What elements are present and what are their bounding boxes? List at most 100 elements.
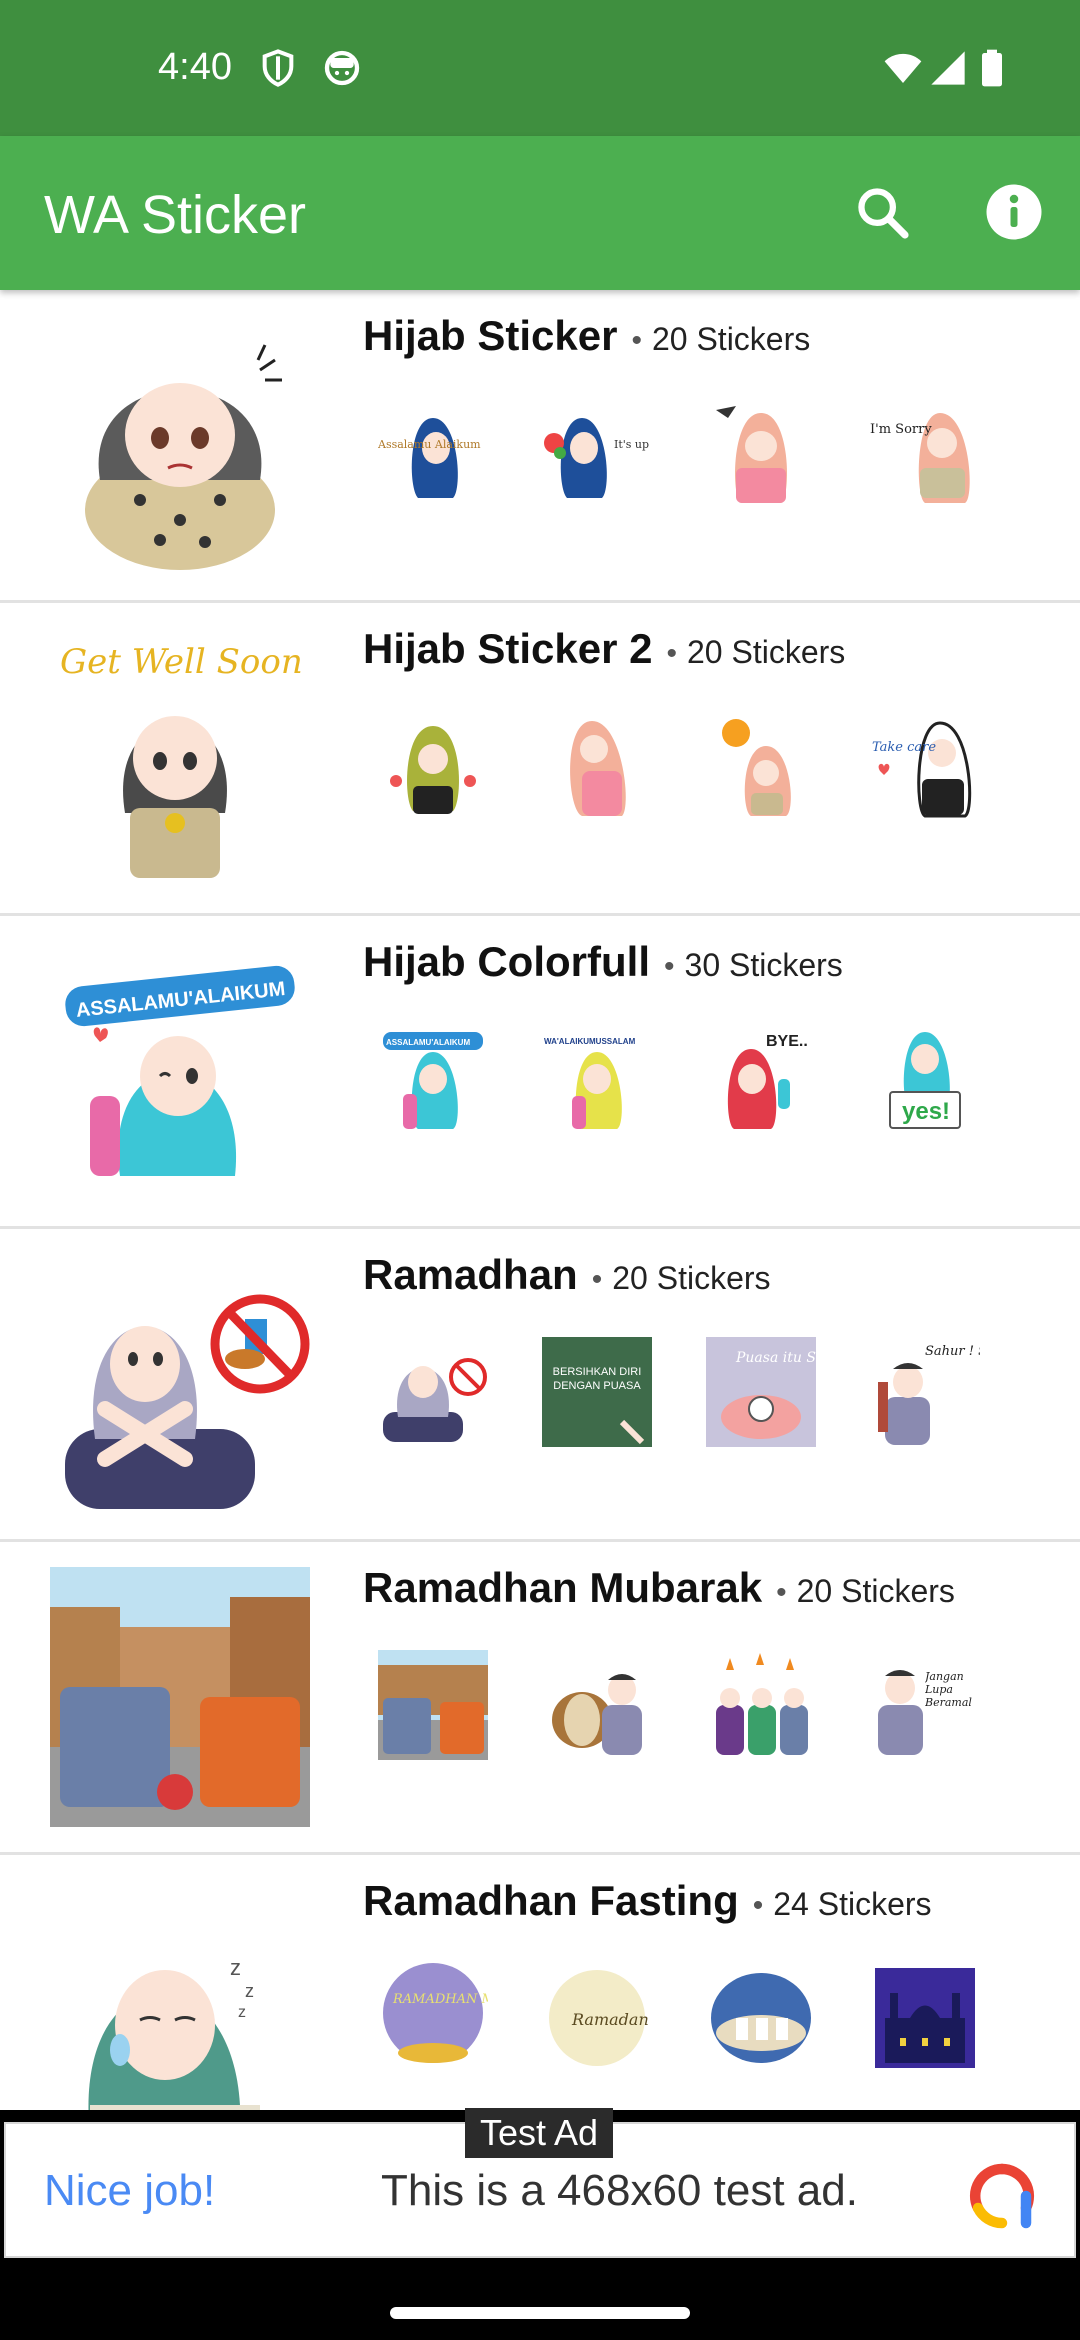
- pack-name: Ramadhan: [363, 1251, 578, 1298]
- svg-text:z: z: [238, 2004, 246, 2021]
- sticker-pack-item[interactable]: Ramadhan Mubarak • 20 Stickers Jangan Lu…: [0, 1542, 1080, 1855]
- tray-image: [40, 320, 320, 570]
- pack-name: Hijab Colorfull: [363, 938, 650, 985]
- pack-count: 24 Stickers: [773, 1886, 932, 1922]
- tray-text: Get Well Soon: [60, 642, 303, 682]
- pack-name: Ramadhan Mubarak: [363, 1564, 763, 1611]
- preview-text: RAMADHAN Mubarak: [392, 1992, 488, 2007]
- info-button[interactable]: [978, 176, 1050, 248]
- separator-dot: •: [666, 637, 677, 670]
- sticker-previews: BERSIHKAN DIRI DENGAN PUASA Puasa itu Se…: [378, 1337, 980, 1447]
- pack-name: Hijab Sticker: [363, 312, 618, 359]
- pack-header: Hijab Sticker 2 • 20 Stickers: [363, 625, 845, 673]
- search-icon: [858, 188, 909, 239]
- pack-name: Ramadhan Fasting: [363, 1877, 739, 1924]
- sticker-preview: ASSALAMU'ALAIKUM: [378, 1024, 488, 1134]
- sticker-preview: Jangan Lupa Beramal: [870, 1650, 980, 1760]
- sticker-preview: [542, 1650, 652, 1760]
- ramadhan-fasting-sleepy-sticker-icon: zzz: [88, 1955, 260, 2110]
- pack-count: 20 Stickers: [796, 1573, 955, 1609]
- preview-text: Jangan Lupa Beramal: [925, 1670, 972, 1709]
- sticker-preview: WA'ALAIKUMUSSALAM: [542, 1024, 652, 1134]
- pack-header: Ramadhan • 20 Stickers: [363, 1251, 771, 1299]
- preview-text: BYE..: [766, 1033, 808, 1050]
- tray-image: [40, 1259, 320, 1509]
- sticker-preview: BERSIHKAN DIRI DENGAN PUASA: [542, 1337, 652, 1447]
- hijab-girl-sticker-icon: [85, 344, 282, 570]
- sticker-preview: [706, 398, 816, 508]
- sticker-preview: [378, 1337, 488, 1447]
- preview-text: I'm Sorry: [870, 422, 932, 437]
- sticker-previews: ASSALAMU'ALAIKUM WA'ALAIKUMUSSALAM BYE..…: [378, 1024, 980, 1134]
- pack-count: 30 Stickers: [684, 947, 843, 983]
- pack-count: 20 Stickers: [686, 634, 846, 670]
- preview-text: BERSIHKAN DIRI DENGAN PUASA: [552, 1366, 642, 1392]
- home-gesture-handle[interactable]: [390, 2307, 690, 2319]
- sticker-preview: [378, 711, 488, 821]
- sticker-preview: Sahur ! Sahur !: [870, 1337, 980, 1447]
- ad-text[interactable]: This is a 468x60 test ad.: [381, 2166, 858, 2216]
- preview-text: Ramadan: [571, 2010, 649, 2029]
- tray-image: Get Well Soon: [40, 633, 320, 883]
- sticker-pack-item[interactable]: Ramadhan • 20 Stickers BERSIHKAN DIRI DE…: [0, 1229, 1080, 1542]
- separator-dot: •: [776, 1576, 787, 1609]
- sticker-previews: Take care: [378, 711, 980, 821]
- hijab-colorful-sticker-icon: ASSALAMU'ALAIKUM: [65, 965, 295, 1176]
- status-bar: 4:40: [0, 0, 1080, 136]
- sticker-pack-item[interactable]: ASSALAMU'ALAIKUM Hijab Colorfull • 30 St…: [0, 916, 1080, 1229]
- pack-count: 20 Stickers: [612, 1260, 771, 1296]
- ramadhan-no-eating-sticker-icon: [65, 1294, 310, 1509]
- sticker-preview: yes!: [870, 1024, 980, 1134]
- battery-icon: [982, 49, 1002, 87]
- info-icon: [986, 184, 1042, 240]
- sticker-preview: [706, 1650, 816, 1760]
- preview-text: Puasa itu Sehat: [735, 1350, 816, 1366]
- sticker-preview: Take care: [870, 711, 980, 821]
- sticker-preview: [378, 1650, 488, 1760]
- separator-dot: •: [631, 324, 642, 357]
- sticker-preview: It's up to you: [542, 398, 652, 508]
- sticker-preview: Ramadan: [542, 1963, 652, 2073]
- pack-header: Ramadhan Fasting • 24 Stickers: [363, 1877, 932, 1925]
- ad-headline[interactable]: Nice job!: [44, 2166, 215, 2216]
- ad-logo-icon[interactable]: [966, 2160, 1038, 2232]
- sticker-pack-item[interactable]: Get Well Soon Hijab Sticker 2 • 20 Stick…: [0, 603, 1080, 916]
- preview-text: Assalamu Alaikum: [378, 438, 481, 451]
- tray-image: ASSALAMU'ALAIKUM: [40, 946, 320, 1196]
- get-well-soon-sticker-icon: Get Well Soon: [60, 642, 303, 878]
- shield-icon: [262, 49, 294, 87]
- cellular-signal-icon: [931, 51, 965, 85]
- sticker-preview: Assalamu Alaikum: [378, 398, 488, 508]
- sticker-preview: [706, 1963, 816, 2073]
- preview-text: WA'ALAIKUMUSSALAM: [544, 1037, 636, 1046]
- svg-text:z: z: [230, 1955, 241, 1980]
- wifi-icon: [884, 53, 922, 83]
- status-time: 4:40: [158, 46, 232, 88]
- app-title: WA Sticker: [44, 185, 307, 245]
- svg-text:z: z: [245, 1981, 254, 2001]
- sticker-pack-list[interactable]: Hijab Sticker • 20 Stickers Assalamu Ala…: [0, 290, 1080, 2110]
- preview-text: It's up to you: [614, 438, 652, 451]
- sticker-preview: Puasa itu Sehat: [706, 1337, 816, 1447]
- sticker-preview: [870, 1963, 980, 2073]
- sticker-preview: [706, 711, 816, 821]
- separator-dot: •: [752, 1889, 764, 1922]
- preview-text: Sahur ! Sahur !: [925, 1344, 980, 1359]
- sticker-preview: [542, 711, 652, 821]
- ramadhan-mubarak-traffic-sticker-icon: [50, 1567, 310, 1827]
- preview-text: Take care: [872, 740, 936, 755]
- sticker-previews: Jangan Lupa Beramal: [378, 1650, 980, 1760]
- sticker-pack-item[interactable]: Hijab Sticker • 20 Stickers Assalamu Ala…: [0, 290, 1080, 603]
- pack-header: Hijab Colorfull • 30 Stickers: [363, 938, 843, 986]
- android-face-icon: [324, 50, 360, 86]
- sticker-preview: RAMADHAN Mubarak: [378, 1963, 488, 2073]
- preview-text: yes!: [902, 1098, 950, 1125]
- pack-name: Hijab Sticker 2: [363, 625, 653, 672]
- sticker-previews: RAMADHAN Mubarak Ramadan: [378, 1963, 980, 2073]
- sticker-preview: BYE..: [706, 1024, 816, 1134]
- system-navigation-bar: [0, 2262, 1080, 2340]
- search-button[interactable]: [846, 176, 918, 248]
- sticker-preview: I'm Sorry: [870, 398, 980, 508]
- sticker-pack-item[interactable]: zzz Ramadhan Fasting • 24 Stickers RAMAD…: [0, 1855, 1080, 2110]
- pack-header: Ramadhan Mubarak • 20 Stickers: [363, 1564, 955, 1612]
